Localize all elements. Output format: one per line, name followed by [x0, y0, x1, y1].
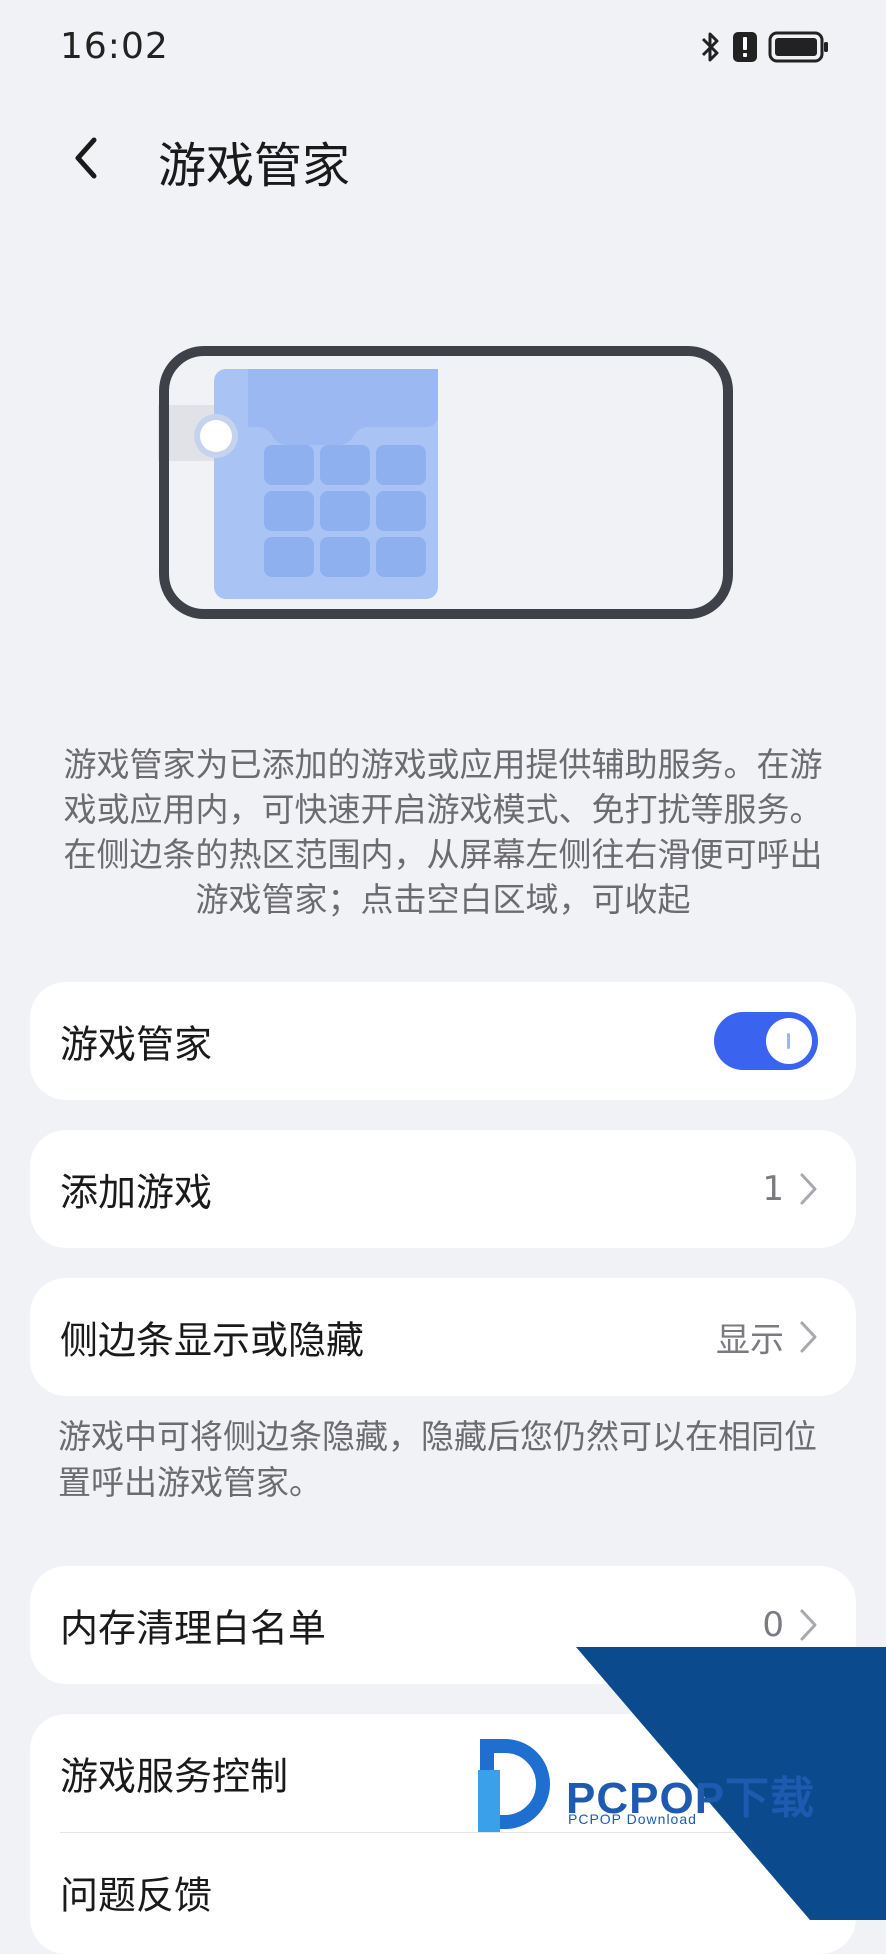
add-game-row[interactable]: 添加游戏 1 — [30, 1130, 856, 1248]
chevron-right-icon — [800, 1173, 817, 1205]
toggle-mark — [787, 1033, 790, 1049]
service-card: 游戏服务控制 问题反馈 — [30, 1714, 856, 1954]
sidebar-visibility-label: 侧边条显示或隐藏 — [60, 1318, 365, 1363]
status-time: 16:02 — [60, 26, 169, 67]
bluetooth-icon — [701, 32, 719, 62]
memory-whitelist-label: 内存清理白名单 — [60, 1606, 327, 1651]
memory-whitelist-card: 内存清理白名单 0 — [30, 1566, 856, 1684]
chevron-right-icon — [800, 1321, 817, 1353]
sidebar-hint: 游戏中可将侧边条隐藏，隐藏后您仍然可以在相同位置呼出游戏管家。 — [58, 1417, 817, 1502]
memory-whitelist-row[interactable]: 内存清理白名单 0 — [30, 1566, 856, 1684]
game-manager-row[interactable]: 游戏管家 — [30, 982, 856, 1100]
add-game-label: 添加游戏 — [60, 1170, 213, 1215]
sidebar-visibility-value: 显示 — [716, 1320, 784, 1361]
back-button[interactable] — [58, 128, 118, 188]
game-manager-card: 游戏管家 — [30, 982, 856, 1100]
sidebar-visibility-card: 侧边条显示或隐藏 显示 — [30, 1278, 856, 1396]
game-manager-label: 游戏管家 — [60, 1022, 213, 1067]
memory-whitelist-count: 0 — [762, 1605, 784, 1645]
feedback-row[interactable]: 问题反馈 — [30, 1833, 856, 1951]
sidebar-visibility-row[interactable]: 侧边条显示或隐藏 显示 — [30, 1278, 856, 1396]
alert-icon — [733, 32, 757, 62]
status-icons — [700, 30, 830, 64]
feature-description: 游戏管家为已添加的游戏或应用提供辅助服务。在游戏或应用内，可快速开启游戏模式、免… — [63, 745, 823, 919]
page-title: 游戏管家 — [158, 138, 351, 194]
add-game-count: 1 — [762, 1169, 784, 1209]
game-service-control-row[interactable]: 游戏服务控制 — [30, 1714, 856, 1832]
battery-icon — [768, 31, 828, 63]
chevron-left-icon — [75, 137, 97, 179]
game-manager-toggle[interactable] — [714, 1012, 818, 1070]
nav-bar: 游戏管家 — [0, 110, 886, 206]
toggle-knob — [766, 1018, 812, 1064]
feedback-label: 问题反馈 — [60, 1873, 213, 1918]
sidebar-illustration — [142, 345, 734, 620]
status-bar: 16:02 — [0, 0, 886, 100]
add-game-card: 添加游戏 1 — [30, 1130, 856, 1248]
game-service-control-label: 游戏服务控制 — [60, 1754, 289, 1799]
chevron-right-icon — [800, 1609, 817, 1641]
